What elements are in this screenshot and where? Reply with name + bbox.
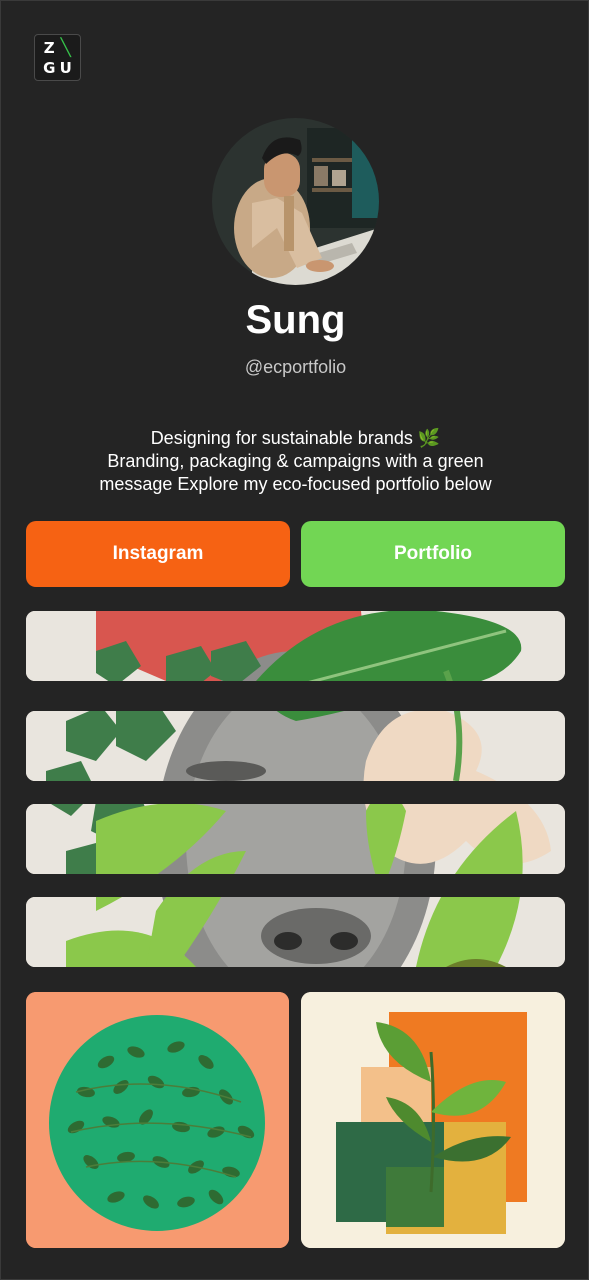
logo-slash-mark: ╲: [60, 38, 71, 58]
collage-art-1: [26, 611, 565, 681]
collage-art-4: [26, 897, 565, 967]
collage-strip-1[interactable]: [26, 611, 565, 681]
profile-handle: @ecportfolio: [244, 357, 347, 377]
avatar-photo: [212, 118, 379, 285]
bio-line-1-text: Designing for sustainable brands: [150, 428, 413, 448]
profile-page: Z ╲ G U Sung @ecportfolio Designing for …: [0, 0, 589, 1280]
bio-line-2: Branding, packaging & campaigns with a g…: [107, 451, 484, 471]
plant-poster-card[interactable]: [301, 992, 565, 1248]
avatar: [212, 118, 379, 285]
collage-strip-4[interactable]: [26, 897, 565, 967]
ivy-circle-art: [26, 992, 289, 1248]
collage-strip-3[interactable]: [26, 804, 565, 874]
portfolio-button[interactable]: Portfolio: [301, 521, 565, 587]
profile-name: Sung: [245, 298, 346, 342]
instagram-button[interactable]: Instagram: [26, 521, 290, 587]
bio-line-1: Designing for sustainable brands 🌿: [41, 427, 550, 450]
plant-poster-art: [301, 992, 565, 1248]
collage-art-3: [26, 804, 565, 874]
logo-letter-g: G: [43, 58, 56, 77]
ivy-circle-card[interactable]: [26, 992, 289, 1248]
bio-line-3: message Explore my eco-focused portfolio…: [99, 474, 492, 494]
profile-bio: Designing for sustainable brands 🌿 Brand…: [41, 427, 550, 496]
collage-strip-2[interactable]: [26, 711, 565, 781]
logo-letter-u: U: [59, 58, 72, 77]
zgu-logo-icon[interactable]: Z ╲ G U: [34, 34, 81, 81]
logo-letter-z: Z: [43, 39, 55, 57]
leaf-icon: 🌿: [417, 428, 441, 448]
collage-art-2: [26, 711, 565, 781]
